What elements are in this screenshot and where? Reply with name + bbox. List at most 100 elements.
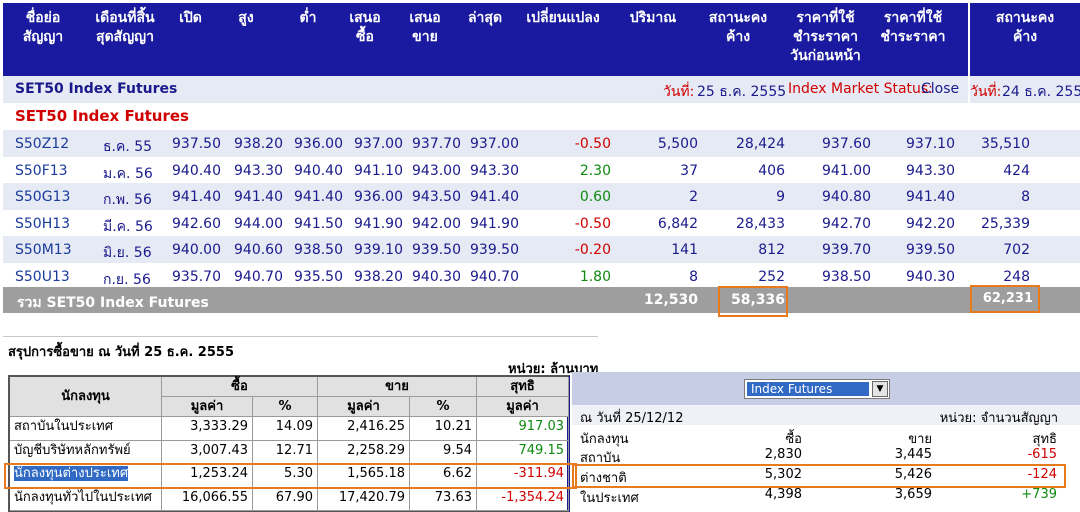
divider	[3, 336, 598, 337]
cell-volume: 37	[680, 162, 698, 179]
total-volume: 12,530	[643, 292, 698, 308]
contract-symbol-link[interactable]: S50H13	[15, 216, 75, 232]
cell-open: 940.00	[172, 242, 221, 258]
cell-offer: 942.00	[412, 215, 461, 232]
summary-cell-buy-pct: 14.09	[253, 417, 318, 441]
cell-change: -0.50	[574, 136, 611, 152]
cell-prev-oi: 248	[1003, 268, 1030, 285]
cell-month: ม.ค. 56	[103, 165, 153, 182]
col-header-symbol: ชื่อย่อ สัญญา	[22, 10, 64, 45]
cell-oi: 812	[758, 242, 785, 258]
futures-row: S50G13 ก.พ. 56 941.40 941.40 941.40 936.00 943…	[3, 183, 1080, 210]
col-header-offer: เสนอ ขาย	[409, 10, 441, 45]
cell-prev-oi: 8	[1021, 189, 1030, 205]
summary-cell-sell-pct: 9.54	[410, 440, 477, 464]
cell-change: -0.20	[574, 242, 611, 258]
cell-open: 941.40	[172, 189, 221, 205]
cell-change: 0.60	[579, 189, 611, 205]
panel-toolbar: Index Futures ▼	[572, 372, 1080, 405]
cell-low: 940.40	[294, 162, 343, 179]
cell-settle: 940.30	[906, 268, 955, 285]
cell-offer: 940.30	[412, 268, 461, 285]
cell-low: 938.50	[294, 242, 343, 258]
cell-prev-settle: 938.50	[822, 268, 871, 285]
total-label: รวม SET50 Index Futures	[17, 295, 209, 311]
date-value: 25 ธ.ค. 2555	[697, 84, 787, 100]
cell-settle: 937.10	[906, 136, 955, 152]
highlight-box-foreign-panel	[572, 464, 1066, 488]
contract-symbol-link[interactable]: S50Z12	[15, 136, 75, 152]
summary-cell-sell-pct: 10.21	[410, 417, 477, 441]
cell-last: 939.50	[470, 242, 519, 258]
futures-row: S50M13 มิ.ย. 56 940.00 940.60 938.50 939.10 93…	[3, 236, 1080, 263]
summary-sub-buy-pct: %	[253, 397, 318, 417]
cell-last: 941.90	[470, 215, 519, 232]
panel-investor-name: ในประเทศ	[580, 491, 639, 506]
cell-low: 935.50	[294, 268, 343, 285]
summary-cell-net: -1,354.24	[477, 487, 569, 511]
summary-title: สรุปการซื้อขาย ณ วันที่ 25 ธ.ค. 2555	[8, 345, 234, 360]
summary-header-sell: ขาย	[318, 377, 477, 397]
cell-low: 941.40	[294, 189, 343, 205]
futures-row: S50H13 มี.ค. 56 942.60 944.00 941.50 941.90 94…	[3, 210, 1080, 237]
cell-bid: 938.20	[354, 268, 403, 285]
col-header-volume: ปริมาณ	[629, 10, 677, 26]
summary-cell-buy-val: 3,333.29	[162, 417, 253, 441]
cell-month: ธ.ค. 55	[103, 139, 153, 155]
summary-sub-buy-value: มูลค่า	[162, 397, 253, 417]
prev-date-value: 24 ธ.ค. 2555	[1002, 84, 1080, 100]
highlight-box-prev-oi	[970, 285, 1040, 313]
cell-volume: 2	[689, 189, 698, 205]
section-subtitle: SET50 Index Futures	[15, 107, 189, 125]
cell-offer: 939.50	[412, 242, 461, 258]
panel-cell-sell: 3,659	[894, 487, 932, 502]
summary-investor-name: นักลงทุนทั่วไปในประเทศ	[10, 487, 162, 511]
instrument-select-value: Index Futures	[747, 382, 869, 396]
cell-bid: 941.90	[354, 215, 403, 232]
panel-cell-buy: 2,830	[764, 447, 802, 462]
market-status-label: Index Market Status:	[788, 81, 933, 97]
contract-symbol-link[interactable]: S50F13	[15, 163, 75, 179]
cell-prev-oi: 25,339	[981, 215, 1030, 232]
cell-last: 943.30	[470, 162, 519, 179]
col-header-last: ล่าสุด	[467, 10, 503, 26]
col-header-bid: เสนอ ซื้อ	[349, 10, 381, 45]
cell-oi: 28,433	[736, 215, 785, 232]
cell-month: ก.พ. 56	[103, 192, 152, 208]
contract-symbol-link[interactable]: S50U13	[15, 269, 75, 285]
instrument-select[interactable]: Index Futures ▼	[744, 379, 890, 399]
col-header-open: เปิด	[179, 10, 202, 26]
summary-cell-buy-pct: 67.90	[253, 487, 318, 511]
summary-cell-sell-val: 2,258.29	[318, 440, 410, 464]
chevron-down-icon[interactable]: ▼	[872, 381, 888, 397]
summary-sub-sell-value: มูลค่า	[318, 397, 410, 417]
cell-offer: 943.50	[412, 189, 461, 205]
cell-volume: 5,500	[657, 136, 698, 152]
summary-sub-sell-pct: %	[410, 397, 477, 417]
cell-month: มิ.ย. 56	[103, 245, 152, 261]
summary-sub-net-value: มูลค่า	[477, 397, 569, 417]
col-header-low: ต่ำ	[299, 10, 317, 26]
futures-table-header: ชื่อย่อ สัญญา เดือนที่สิ้น สุดสัญญา เปิด ส…	[3, 3, 968, 76]
panel-col-investor: นักลงทุน	[580, 432, 629, 447]
contract-symbol-link[interactable]: S50M13	[15, 242, 75, 258]
summary-investor-name: บัญชีบริษัทหลักทรัพย์	[10, 440, 162, 464]
col-header-expiry: เดือนที่สิ้น สุดสัญญา	[95, 10, 155, 45]
cell-last: 941.40	[470, 189, 519, 205]
panel-cell-net: -615	[1027, 447, 1057, 462]
cell-prev-settle: 937.60	[822, 136, 871, 152]
prev-oi-header: สถานะคง ค้าง	[970, 3, 1080, 76]
cell-month: มี.ค. 56	[103, 218, 153, 235]
date-label: วันที่:	[663, 84, 695, 100]
summary-cell-sell-val: 2,416.25	[318, 417, 410, 441]
cell-prev-oi: 424	[1003, 162, 1030, 179]
contract-symbol-link[interactable]: S50G13	[15, 189, 75, 205]
total-row: รวม SET50 Index Futures 12,530 58,336 62…	[3, 287, 1080, 313]
cell-prev-settle: 941.00	[822, 162, 871, 179]
cell-open: 935.70	[172, 268, 221, 285]
cell-bid: 937.00	[354, 136, 403, 152]
cell-bid: 936.00	[354, 189, 403, 205]
cell-oi: 9	[776, 189, 785, 205]
summary-cell-sell-pct: 73.63	[410, 487, 477, 511]
futures-row: S50U13 ก.ย. 56 935.70 940.70 935.50 938.20 940…	[3, 263, 1080, 290]
